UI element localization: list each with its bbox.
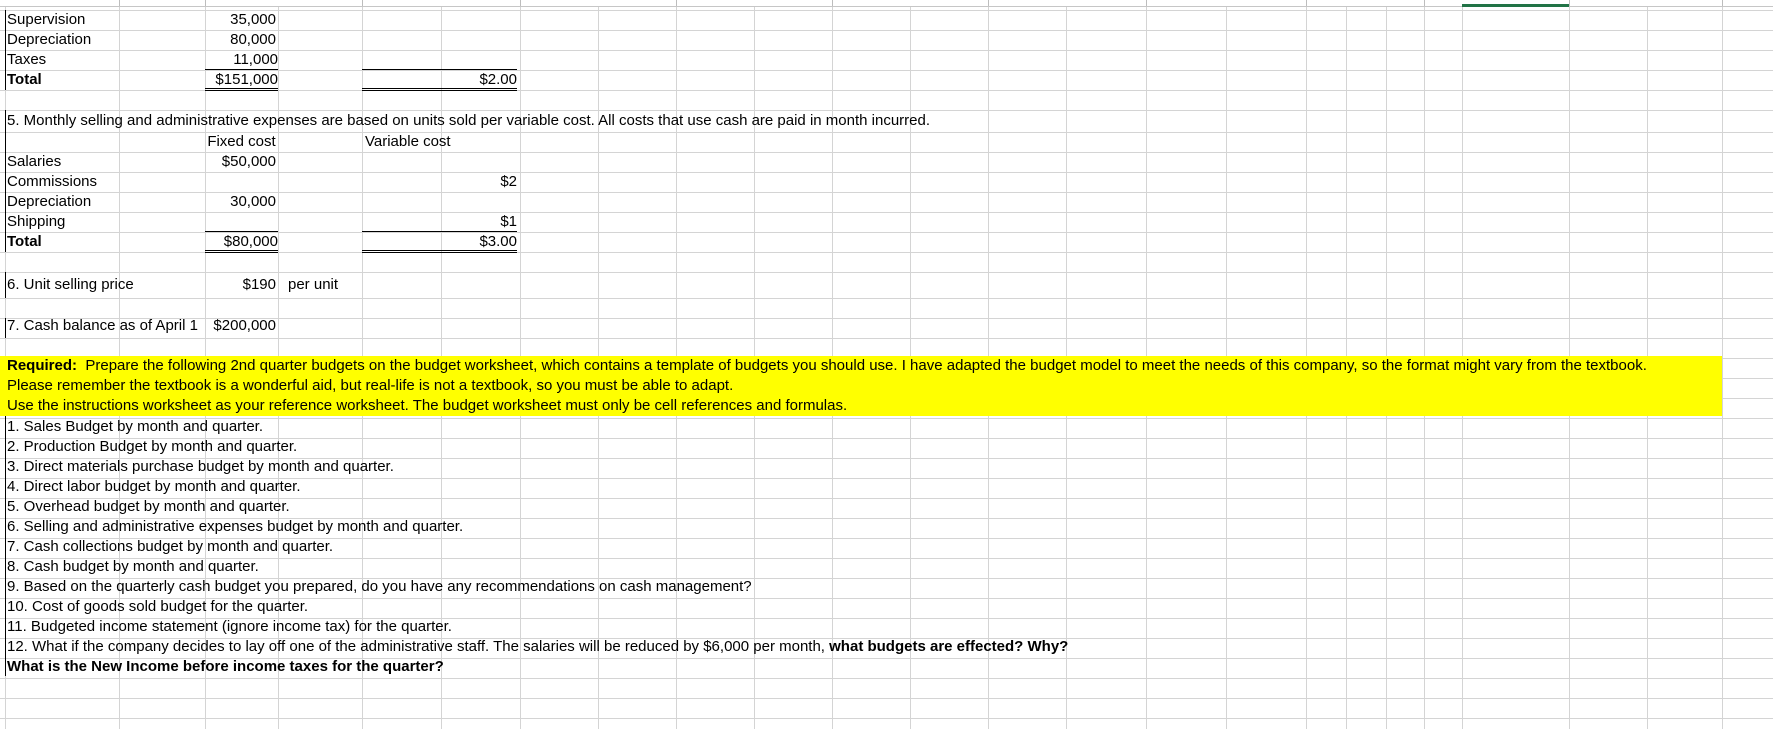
required-line-1[interactable]: Required: Prepare the following 2nd quar… xyxy=(7,356,1647,376)
cash-balance-value[interactable]: $200,000 xyxy=(205,316,276,336)
overhead-total-variable[interactable]: $2.00 xyxy=(362,69,517,91)
task-item[interactable]: 6. Selling and administrative expenses b… xyxy=(7,517,463,537)
task-item[interactable]: 11. Budgeted income statement (ignore in… xyxy=(7,617,452,637)
selling-total-fixed[interactable]: $80,000 xyxy=(205,231,278,253)
selling-left-border xyxy=(5,110,6,252)
unit-selling-price-unit[interactable]: per unit xyxy=(288,275,338,295)
fixed-cost-header[interactable]: Fixed cost xyxy=(205,132,278,152)
task-item[interactable]: 1. Sales Budget by month and quarter. xyxy=(7,417,263,437)
task-item[interactable]: 3. Direct materials purchase budget by m… xyxy=(7,457,394,477)
selling-row-variable[interactable]: $1 xyxy=(362,212,517,232)
overhead-row-label[interactable]: Taxes xyxy=(7,50,46,70)
unit-selling-price-label[interactable]: 6. Unit selling price xyxy=(7,275,134,295)
tasks-left-border xyxy=(5,416,6,676)
selling-total-label[interactable]: Total xyxy=(7,232,42,252)
task-item[interactable]: 8. Cash budget by month and quarter. xyxy=(7,557,259,577)
task-12-text: 12. What if the company decides to lay o… xyxy=(7,638,830,655)
selling-row-fixed[interactable]: $50,000 xyxy=(205,152,276,172)
overhead-row-label[interactable]: Depreciation xyxy=(7,30,91,50)
overhead-total-fixed[interactable]: $151,000 xyxy=(205,70,278,91)
overhead-total-label[interactable]: Total xyxy=(7,70,42,90)
required-text: Prepare the following 2nd quarter budget… xyxy=(85,357,1647,374)
cash-balance-label[interactable]: 7. Cash balance as of April 1 xyxy=(7,316,205,336)
required-label: Required: xyxy=(7,357,78,374)
selling-intro-text[interactable]: 5. Monthly selling and administrative ex… xyxy=(7,111,930,131)
overhead-row-value[interactable]: 11,000 xyxy=(205,50,278,70)
cash-left-border xyxy=(5,318,6,338)
selected-column-indicator xyxy=(1462,4,1569,7)
selling-row-variable[interactable]: $2 xyxy=(362,172,517,192)
unit-selling-price-value[interactable]: $190 xyxy=(205,275,276,295)
overhead-row-label[interactable]: Supervision xyxy=(7,10,85,30)
selling-row-label[interactable]: Depreciation xyxy=(7,192,91,212)
task-item[interactable]: 5. Overhead budget by month and quarter. xyxy=(7,497,290,517)
task-item[interactable]: 4. Direct labor budget by month and quar… xyxy=(7,477,301,497)
spreadsheet-grid[interactable]: Supervision 35,000 Depreciation 80,000 T… xyxy=(0,0,1773,729)
final-question[interactable]: What is the New Income before income tax… xyxy=(7,657,444,677)
task-item[interactable]: 2. Production Budget by month and quarte… xyxy=(7,437,297,457)
task-item[interactable]: 10. Cost of goods sold budget for the qu… xyxy=(7,597,308,617)
required-line-2[interactable]: Please remember the textbook is a wonder… xyxy=(7,376,733,396)
overhead-row-value[interactable]: 80,000 xyxy=(205,30,276,50)
selling-total-variable[interactable]: $3.00 xyxy=(362,231,517,253)
selling-row-label[interactable]: Commissions xyxy=(7,172,97,192)
selling-row-label[interactable]: Shipping xyxy=(7,212,65,232)
task-12-bold: what budgets are effected? Why? xyxy=(829,638,1069,655)
selling-row-label[interactable]: Salaries xyxy=(7,152,61,172)
variable-cost-header[interactable]: Variable cost xyxy=(365,132,451,152)
task-item[interactable]: 7. Cash collections budget by month and … xyxy=(7,537,333,557)
price-left-border xyxy=(5,272,6,298)
task-item-12[interactable]: 12. What if the company decides to lay o… xyxy=(7,637,1068,657)
task-item[interactable]: 9. Based on the quarterly cash budget yo… xyxy=(7,577,752,597)
overhead-row-value[interactable]: 35,000 xyxy=(205,10,276,30)
required-line-3[interactable]: Use the instructions worksheet as your r… xyxy=(7,396,847,416)
selling-row-fixed[interactable]: 30,000 xyxy=(205,192,276,212)
overhead-left-border xyxy=(5,10,6,90)
